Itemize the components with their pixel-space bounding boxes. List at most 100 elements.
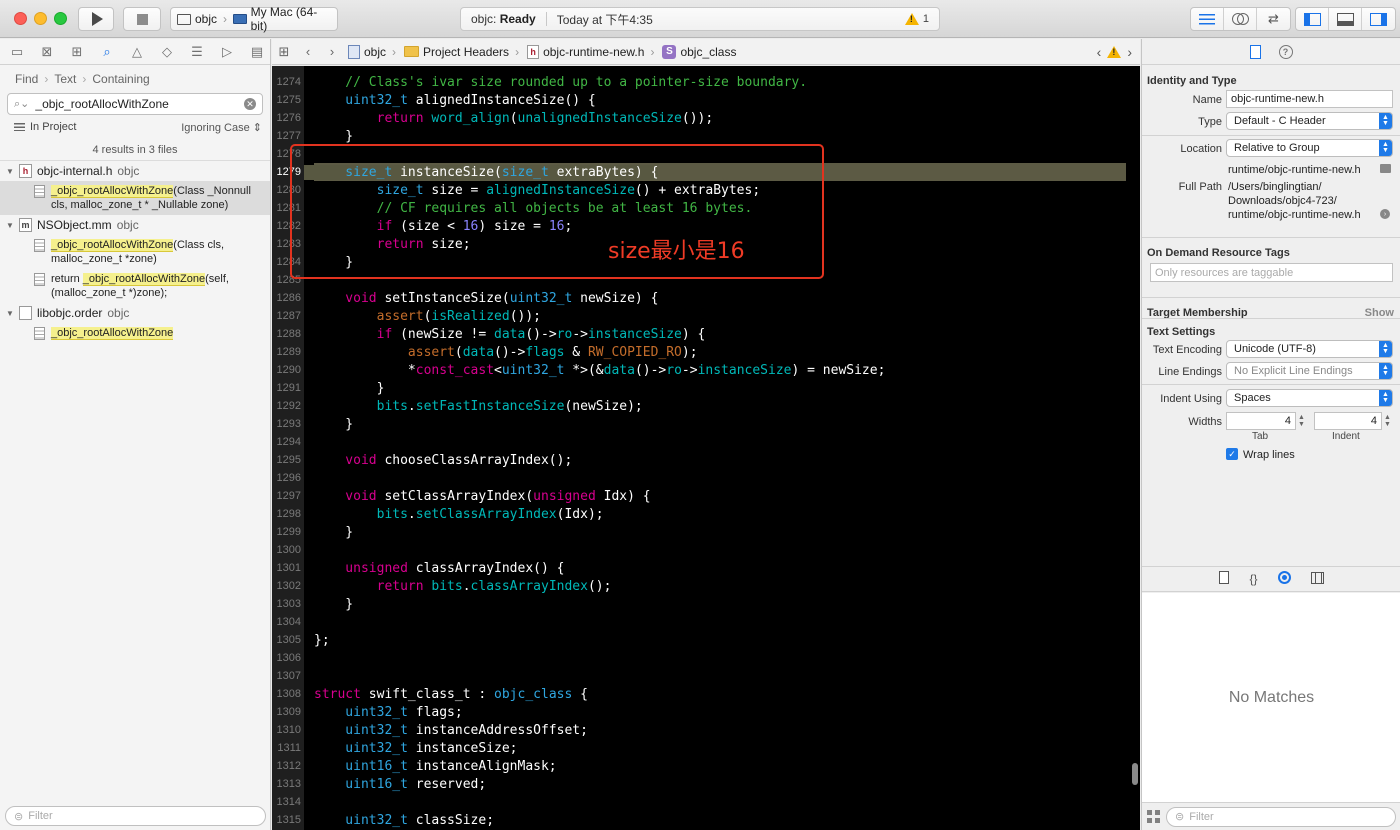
line-number[interactable]: 1301 (272, 562, 304, 574)
line-number[interactable]: 1307 (272, 670, 304, 682)
find-mode-text[interactable]: Text (54, 72, 76, 86)
result-match-row[interactable]: _objc_rootAllocWithZone(Class _Nonnull c… (0, 181, 270, 215)
reveal-in-finder-icon[interactable]: › (1380, 209, 1390, 219)
line-number[interactable]: 1290 (272, 364, 304, 376)
line-number[interactable]: 1287 (272, 310, 304, 322)
scheme-project[interactable]: objc (171, 12, 223, 26)
code-line[interactable]: 1293 } (272, 415, 1140, 433)
source-control-navigator-tab[interactable]: ⊠ (36, 41, 58, 63)
line-number[interactable]: 1299 (272, 526, 304, 538)
breadcrumb-file[interactable]: h objc-runtime-new.h › (523, 44, 658, 59)
find-search-input[interactable] (35, 97, 244, 111)
code-line[interactable]: 1301 unsigned classArrayIndex() { (272, 559, 1140, 577)
code-line[interactable]: 1305}; (272, 631, 1140, 649)
indent-width-field[interactable]: 4 (1314, 412, 1382, 430)
indent-using-popup[interactable]: Spaces ▲ ▼ (1226, 389, 1393, 407)
symbol-navigator-tab[interactable]: ⊞ (66, 41, 88, 63)
zoom-window-button[interactable] (54, 12, 67, 25)
code-line[interactable]: 1288 if (newSize != data()->ro->instance… (272, 325, 1140, 343)
find-scope-selector[interactable]: In Project (14, 121, 76, 133)
breadcrumb-group[interactable]: Project Headers › (400, 45, 523, 59)
text-encoding-popup[interactable]: Unicode (UTF-8) ▲ ▼ (1226, 340, 1393, 358)
standard-editor-button[interactable] (1191, 8, 1224, 30)
line-number[interactable]: 1286 (272, 292, 304, 304)
find-mode-containing[interactable]: Containing (92, 72, 149, 86)
code-snippet-library-tab[interactable]: {} (1249, 572, 1257, 586)
line-number[interactable]: 1274 (272, 76, 304, 88)
line-number[interactable]: 1298 (272, 508, 304, 520)
minimize-window-button[interactable] (34, 12, 47, 25)
media-library-tab[interactable] (1310, 571, 1324, 587)
result-match-row[interactable]: return _objc_rootAllocWithZone(self, (ma… (0, 269, 270, 303)
line-number[interactable]: 1294 (272, 436, 304, 448)
line-number[interactable]: 1306 (272, 652, 304, 664)
code-line[interactable]: 1309 uint32_t flags; (272, 703, 1140, 721)
line-number[interactable]: 1305 (272, 634, 304, 646)
type-popup[interactable]: Default - C Header ▲ ▼ (1226, 112, 1393, 130)
code-line[interactable]: 1306 (272, 649, 1140, 667)
code-line[interactable]: 1312 uint16_t instanceAlignMask; (272, 757, 1140, 775)
project-navigator-tab[interactable]: ▭ (6, 41, 28, 63)
result-match-row[interactable]: _objc_rootAllocWithZone (0, 323, 270, 343)
report-navigator-tab[interactable]: ▤ (246, 41, 268, 63)
line-number[interactable]: 1291 (272, 382, 304, 394)
next-issue-button[interactable]: › (1127, 44, 1132, 60)
line-number[interactable]: 1311 (272, 742, 304, 754)
toggle-inspector-button[interactable] (1362, 8, 1395, 30)
stop-button[interactable] (123, 7, 161, 31)
name-field[interactable]: objc-runtime-new.h (1226, 90, 1393, 108)
choose-location-icon[interactable] (1380, 164, 1391, 173)
result-file-row[interactable]: ▼ h objc-internal.h objc (0, 161, 270, 181)
code-line[interactable]: 1291 } (272, 379, 1140, 397)
code-line[interactable]: 1298 bits.setClassArrayIndex(Idx); (272, 505, 1140, 523)
quick-help-tab[interactable]: ? (1278, 44, 1293, 59)
warning-icon[interactable] (1107, 45, 1122, 58)
line-number[interactable]: 1302 (272, 580, 304, 592)
line-number[interactable]: 1289 (272, 346, 304, 358)
file-inspector-tab[interactable] (1249, 44, 1261, 59)
code-line[interactable]: 1275 uint32_t alignedInstanceSize() { (272, 91, 1140, 109)
line-number[interactable]: 1295 (272, 454, 304, 466)
version-editor-button[interactable]: ⇄ (1257, 8, 1290, 30)
code-line[interactable]: 1295 void chooseClassArrayIndex(); (272, 451, 1140, 469)
tags-field[interactable]: Only resources are taggable (1150, 263, 1393, 282)
find-navigator-tab[interactable]: ⌕ (96, 41, 118, 63)
related-items-button[interactable]: ⊞ (272, 44, 296, 60)
result-file-row[interactable]: ▼ m NSObject.mm objc (0, 215, 270, 235)
toggle-debug-area-button[interactable] (1329, 8, 1362, 30)
previous-issue-button[interactable]: ‹ (1097, 44, 1102, 60)
disclosure-triangle-icon[interactable]: ▼ (6, 221, 14, 230)
indent-width-stepper[interactable]: ▲ ▼ (1383, 412, 1392, 430)
line-number[interactable]: 1315 (272, 814, 304, 826)
location-popup[interactable]: Relative to Group ▲ ▼ (1226, 139, 1393, 157)
breakpoint-navigator-tab[interactable]: ▷ (216, 41, 238, 63)
code-line[interactable]: 1311 uint32_t instanceSize; (272, 739, 1140, 757)
scheme-destination[interactable]: My Mac (64-bit) (227, 5, 337, 33)
breadcrumb-project[interactable]: objc › (344, 44, 400, 59)
library-filter-field[interactable]: ⊜ Filter (1166, 806, 1396, 827)
scheme-selector[interactable]: objc › My Mac (64-bit) (170, 5, 338, 33)
run-button[interactable] (78, 7, 114, 31)
line-number[interactable]: 1276 (272, 112, 304, 124)
code-line[interactable]: 1299 } (272, 523, 1140, 541)
line-number[interactable]: 1309 (272, 706, 304, 718)
code-line[interactable]: 1277 } (272, 127, 1140, 145)
line-number[interactable]: 1310 (272, 724, 304, 736)
code-line[interactable]: 1274 // Class's ivar size rounded up to … (272, 73, 1140, 91)
navigator-filter-field[interactable]: ⊜ Filter (5, 806, 266, 826)
code-line[interactable]: 1300 (272, 541, 1140, 559)
code-line[interactable]: 1314 (272, 793, 1140, 811)
code-line[interactable]: 1290 *const_cast<uint32_t *>(&data()->ro… (272, 361, 1140, 379)
line-number[interactable]: 1275 (272, 94, 304, 106)
code-line[interactable]: 1313 uint16_t reserved; (272, 775, 1140, 793)
line-number[interactable]: 1288 (272, 328, 304, 340)
code-line[interactable]: 1307 (272, 667, 1140, 685)
code-line[interactable]: 1315 uint32_t classSize; (272, 811, 1140, 829)
breadcrumb-symbol[interactable]: S objc_class (658, 44, 740, 59)
case-sensitivity-selector[interactable]: Ignoring Case ⇕ (181, 121, 262, 134)
line-number[interactable]: 1300 (272, 544, 304, 556)
code-line[interactable]: 1294 (272, 433, 1140, 451)
editor-scrollbar[interactable] (1132, 763, 1138, 785)
code-line[interactable]: 1287 assert(isRealized()); (272, 307, 1140, 325)
code-line[interactable]: 1297 void setClassArrayIndex(unsigned Id… (272, 487, 1140, 505)
